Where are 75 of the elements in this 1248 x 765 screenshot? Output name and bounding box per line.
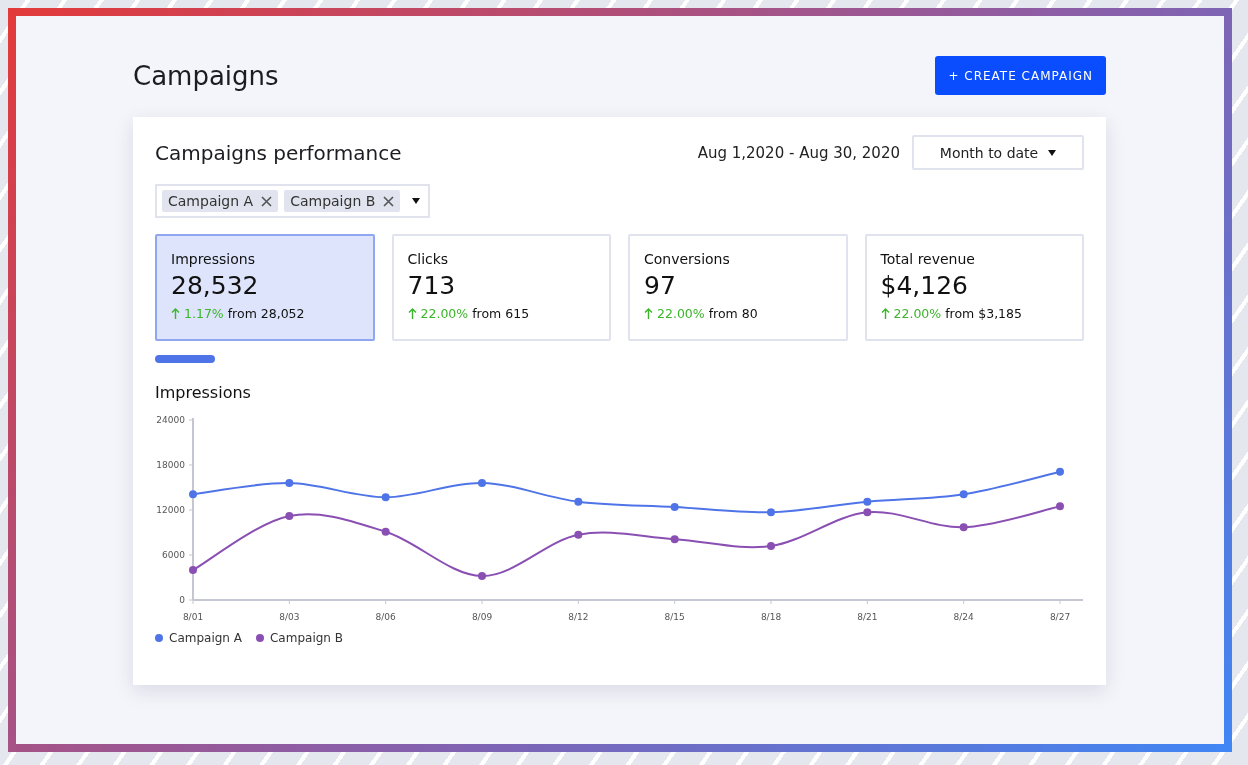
x-tick-label: 8/27: [1049, 612, 1071, 622]
chart-title: Impressions: [155, 383, 252, 402]
y-tick-label: 12000: [156, 505, 185, 515]
metric-previous: from $3,185: [945, 306, 1022, 321]
data-point: [285, 512, 294, 520]
arrow-up-icon: [171, 308, 180, 319]
arrow-up-icon: [880, 308, 890, 319]
caret-icon: [1048, 149, 1057, 156]
create-campaign-button[interactable]: + CREATE CAMPAIGN: [935, 56, 1106, 95]
data-point: [1056, 502, 1064, 511]
period-select[interactable]: Month to date: [912, 135, 1084, 170]
metric-value: 713: [407, 271, 457, 300]
metric-previous: from 80: [708, 306, 758, 321]
data-point: [863, 497, 872, 506]
data-point: [863, 508, 872, 517]
data-point: [189, 490, 197, 499]
data-point: [959, 490, 968, 499]
tag-label: Campaign A: [168, 193, 254, 209]
data-point: [381, 493, 390, 502]
data-point: [670, 503, 679, 511]
metric-label: Impressions: [171, 251, 256, 267]
date-range: Aug 1,2020 - Aug 30, 2020: [697, 143, 900, 162]
metric-change: 1.17%: [184, 306, 224, 321]
metric-previous: from 28,052: [227, 306, 305, 321]
metric-card[interactable]: Clicks 713 22.00% from 615: [391, 234, 611, 341]
x-tick-label: 8/12: [568, 612, 589, 622]
y-tick-label: 24000: [156, 415, 185, 425]
metric-label: Total revenue: [880, 251, 976, 267]
arrow-up-icon: [644, 308, 653, 319]
metric-value: 97: [644, 271, 677, 300]
data-point: [574, 497, 583, 506]
x-tick-label: 8/03: [279, 612, 300, 622]
data-point: [478, 479, 486, 487]
data-point: [767, 508, 775, 517]
x-tick-label: 8/01: [182, 612, 204, 622]
x-tick-label: 8/21: [857, 612, 878, 622]
x-tick-label: 8/15: [664, 612, 685, 622]
metric-label: Clicks: [407, 251, 450, 267]
metric-label: Conversions: [644, 251, 731, 267]
campaign-select[interactable]: Campaign A Campaign B: [155, 184, 431, 218]
data-point: [670, 535, 679, 544]
data-point: [189, 566, 197, 574]
legend-item: Campaign B: [256, 631, 343, 645]
data-point: [959, 523, 968, 532]
y-tick-label: 6000: [162, 550, 185, 560]
x-tick-label: 8/18: [760, 612, 782, 622]
data-point: [478, 572, 486, 580]
data-point: [767, 542, 775, 550]
metric-card[interactable]: Conversions 97 22.00% from 80: [628, 234, 848, 341]
caret-icon[interactable]: [412, 198, 421, 204]
metric-card[interactable]: Impressions 28,532 1.17% from 28,052: [155, 234, 375, 341]
x-tick-label: 8/09: [471, 612, 493, 622]
metric-previous: from 615: [472, 306, 530, 321]
close-icon[interactable]: [261, 195, 273, 207]
x-tick-label: 8/24: [953, 612, 974, 622]
data-point: [381, 527, 390, 536]
x-tick-label: 8/06: [375, 612, 396, 622]
metric-change: 22.00%: [657, 306, 705, 321]
close-icon[interactable]: [383, 195, 395, 207]
y-tick-label: 0: [179, 595, 185, 605]
page-title: Campaigns: [133, 60, 279, 91]
arrow-up-icon: [407, 308, 417, 319]
metric-change: 22.00%: [420, 306, 469, 321]
data-point: [1056, 467, 1064, 476]
metric-value: 28,532: [171, 271, 260, 300]
selection-bar: [155, 355, 215, 363]
metric-value: $4,126: [880, 271, 969, 300]
y-tick-label: 18000: [156, 460, 185, 470]
data-point: [285, 479, 294, 487]
legend-item: Campaign A: [155, 631, 242, 645]
card-title: Campaigns performance: [155, 140, 402, 165]
metric-card[interactable]: Total revenue $4,126 22.00% from $3,185: [864, 234, 1084, 341]
tag-label: Campaign B: [290, 193, 376, 209]
data-point: [574, 530, 583, 539]
metric-change: 22.00%: [893, 306, 942, 321]
